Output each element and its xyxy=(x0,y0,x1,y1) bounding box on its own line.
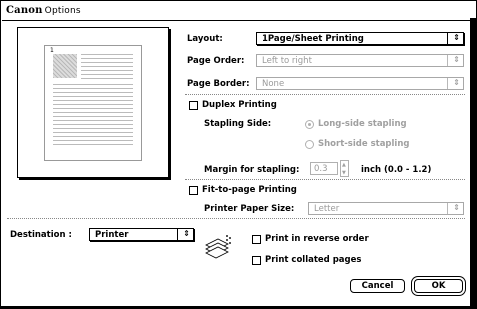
preview-text-lines-top xyxy=(81,54,133,82)
popup-arrows-icon: ⇕ xyxy=(183,229,190,238)
page-order-popup[interactable]: Left to right ⇕ xyxy=(256,54,464,67)
reverse-order-checkbox[interactable] xyxy=(252,235,261,244)
layout-popup[interactable]: 1Page/Sheet Printing ⇕ xyxy=(256,32,464,45)
page-order-label: Page Order: xyxy=(187,56,245,66)
page-order-value: Left to right xyxy=(262,56,312,66)
canon-logo: Canon Options xyxy=(6,5,81,16)
margin-input[interactable]: 0.3 xyxy=(310,162,338,175)
separator xyxy=(185,179,465,180)
preview-text-lines xyxy=(53,84,133,148)
stepper-down-icon: ▼ xyxy=(342,170,346,176)
stepper-up-icon: ▲ xyxy=(342,162,346,168)
ok-button[interactable]: OK xyxy=(414,279,463,293)
popup-arrows-icon: ⇕ xyxy=(453,33,460,42)
destination-popup[interactable]: Printer ⇕ xyxy=(89,228,194,241)
short-side-radio[interactable] xyxy=(305,140,314,149)
fit-to-page-label: Fit-to-page Printing xyxy=(202,185,297,195)
duplex-label: Duplex Printing xyxy=(202,100,277,110)
stapling-side-label: Stapling Side: xyxy=(204,119,272,129)
preview-page: 1 xyxy=(44,45,142,161)
popup-arrows-icon: ⇕ xyxy=(453,78,460,87)
layout-label: Layout: xyxy=(187,34,223,44)
preview-page-number: 1 xyxy=(50,47,54,54)
collated-checkbox[interactable] xyxy=(252,256,261,265)
fit-to-page-checkbox[interactable] xyxy=(189,186,198,195)
margin-stepper[interactable]: ▲ ▼ xyxy=(340,160,349,177)
separator xyxy=(7,218,465,219)
title-bar: Canon Options xyxy=(2,2,475,21)
paper-size-value: Letter xyxy=(314,204,340,214)
destination-label: Destination : xyxy=(10,230,72,240)
layout-value: 1Page/Sheet Printing xyxy=(262,34,364,44)
duplex-checkbox[interactable] xyxy=(189,101,198,110)
margin-unit: inch (0.0 - 1.2) xyxy=(361,165,432,175)
margin-label: Margin for stapling: xyxy=(204,165,300,175)
paper-size-label: Printer Paper Size: xyxy=(204,204,295,214)
window-shadow-right xyxy=(470,18,477,309)
dialog-title: Options xyxy=(44,6,81,16)
long-side-label: Long-side stapling xyxy=(318,119,407,129)
short-side-label: Short-side stapling xyxy=(318,139,410,149)
layout-preview: 1 xyxy=(17,27,169,178)
page-stack-icon xyxy=(205,235,231,259)
collated-label: Print collated pages xyxy=(265,255,362,265)
page-border-popup[interactable]: None ⇕ xyxy=(256,77,464,90)
popup-arrows-icon: ⇕ xyxy=(453,203,460,212)
reverse-order-label: Print in reverse order xyxy=(265,234,369,244)
long-side-radio[interactable] xyxy=(305,120,314,129)
cancel-button[interactable]: Cancel xyxy=(350,279,405,293)
page-border-value: None xyxy=(262,79,285,89)
destination-value: Printer xyxy=(95,230,129,240)
paper-size-popup[interactable]: Letter ⇕ xyxy=(308,202,464,215)
separator xyxy=(185,94,465,95)
popup-arrows-icon: ⇕ xyxy=(453,55,460,64)
page-border-label: Page Border: xyxy=(187,79,250,89)
preview-image-thumbnail xyxy=(53,54,77,78)
